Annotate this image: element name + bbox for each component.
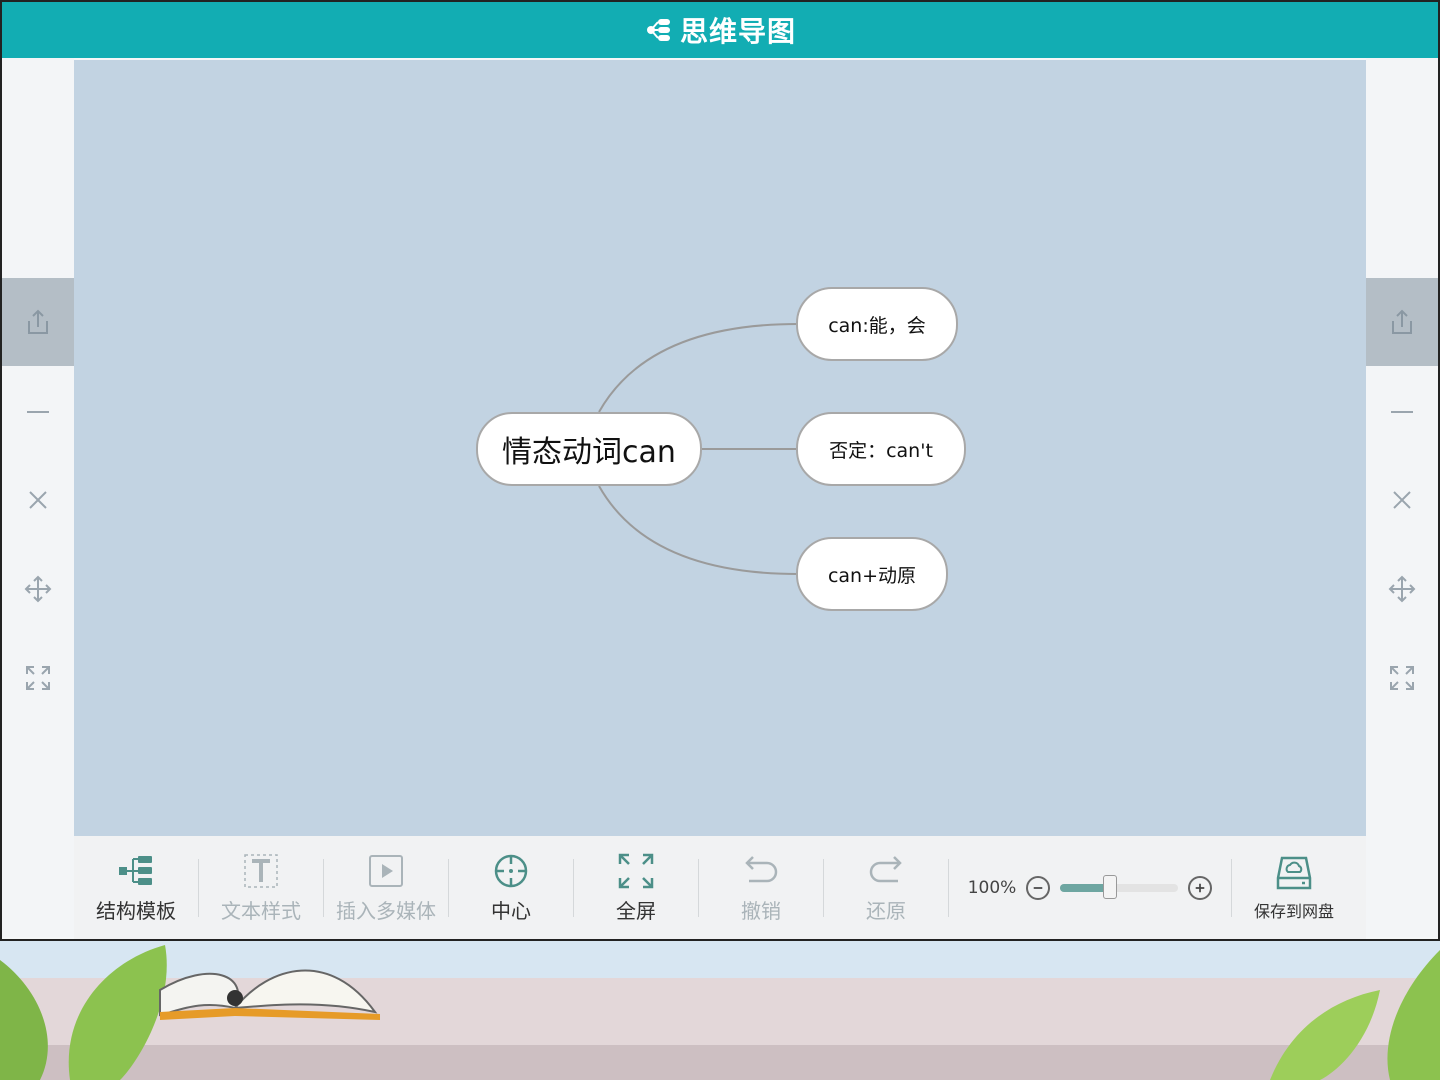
redo-button[interactable]: 还原 [824,836,948,939]
close-button[interactable] [1366,456,1438,544]
collapse-button[interactable] [1366,368,1438,456]
move-icon [24,575,52,603]
collapse-button[interactable] [2,368,74,456]
structure-tree-icon [119,856,152,885]
text-style-label: 文本样式 [221,899,301,923]
expand-icon [26,666,50,690]
plus-icon [1196,883,1205,892]
minus-icon [1391,411,1413,413]
undo-button[interactable]: 撤销 [699,836,823,939]
share-button[interactable] [2,278,74,366]
share-button[interactable] [1366,278,1438,366]
insert-media-button[interactable]: 插入多媒体 [324,836,448,939]
expand-button[interactable] [2,634,74,722]
right-side-panel [1366,58,1438,937]
mindmap-logo-icon [646,19,670,41]
move-icon [1388,575,1416,603]
fullscreen-icon [618,853,654,889]
move-button[interactable] [2,545,74,633]
media-play-icon [369,855,403,887]
mindmap-root-node[interactable]: 情态动词can [476,412,702,486]
zoom-out-button[interactable] [1026,875,1051,900]
zoom-slider[interactable] [1060,874,1179,899]
left-side-panel [2,58,74,937]
save-to-cloud-label: 保存到网盘 [1253,901,1334,921]
zoom-in-button[interactable] [1188,875,1213,900]
mindmap-child-node[interactable]: 否定：can't [796,412,966,486]
mindmap-canvas[interactable]: 情态动词can can:能，会 否定：can't can+动原 [74,60,1366,836]
close-button[interactable] [2,456,74,544]
minus-icon [27,411,49,413]
cloud-drive-icon [1276,856,1312,889]
mindmap-child-node[interactable]: can+动原 [796,537,948,611]
undo-icon [745,856,778,883]
close-icon [29,491,47,509]
expand-button[interactable] [1366,634,1438,722]
zoom-percent: 100% [967,877,1017,898]
fullscreen-button[interactable]: 全屏 [574,836,698,939]
undo-label: 撤销 [741,899,781,923]
fullscreen-label: 全屏 [616,899,656,923]
minus-icon [1034,886,1043,889]
text-style-icon [244,854,278,888]
link-root-child-3 [598,485,799,575]
save-to-cloud-button[interactable]: 保存到网盘 [1232,836,1356,939]
text-style-button[interactable]: 文本样式 [199,836,323,939]
structure-template-button[interactable]: 结构模板 [74,836,198,939]
mindmap-app-window: 思维导图 情态动词can can:能，会 否定：can't can+动原 结构模… [0,0,1440,941]
center-label: 中心 [491,899,531,923]
mindmap-links [598,323,799,575]
close-icon [1393,491,1411,509]
zoom-slider-thumb[interactable] [1102,874,1117,899]
link-root-child-1 [598,323,799,413]
center-button[interactable]: 中心 [449,836,573,939]
title-bar: 思维导图 [2,2,1438,58]
share-icon [28,309,48,334]
insert-media-label: 插入多媒体 [336,899,436,923]
redo-icon [869,856,902,883]
move-button[interactable] [1366,545,1438,633]
app-title: 思维导图 [679,15,796,48]
bottom-toolbar: 结构模板 文本样式 插入多媒体 中心 全屏 撤销 还原 100% 保存到网盘 [74,836,1366,939]
redo-label: 还原 [866,899,906,923]
crosshair-icon [494,854,528,888]
mindmap-child-node[interactable]: can:能，会 [796,287,958,361]
structure-template-label: 结构模板 [96,899,176,923]
zoom-control: 100% [949,874,1231,900]
share-icon [1392,309,1412,334]
expand-icon [1390,666,1414,690]
